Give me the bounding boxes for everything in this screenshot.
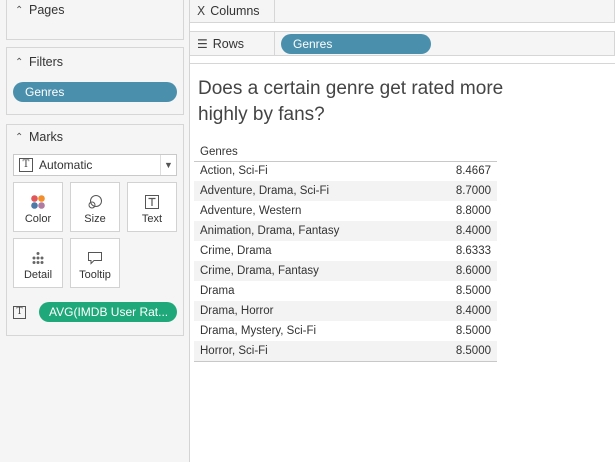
table-header-row: Genres: [194, 144, 497, 162]
rating-cell: 8.7000: [422, 181, 497, 201]
filters-card: ⌃ Filters Genres: [6, 47, 184, 115]
detail-label: Detail: [23, 269, 53, 281]
table-row[interactable]: Adventure, Drama, Sci-Fi 8.7000: [194, 181, 497, 201]
color-label: Color: [24, 213, 52, 225]
genre-cell: Action, Sci-Fi: [200, 165, 268, 178]
tooltip-button[interactable]: Tooltip: [70, 238, 120, 288]
marks-card: ⌃ Marks T Automatic ▼ Color Size Text De…: [6, 124, 184, 336]
genre-cell: Horror, Sci-Fi: [194, 341, 423, 362]
rating-cell: 8.5000: [455, 285, 491, 297]
measure-pill-avg-rating[interactable]: AVG(IMDB User Rat...: [39, 302, 177, 322]
rows-label: Rows: [212, 36, 245, 51]
columns-shelf-label: Ⅹ Columns: [190, 0, 275, 22]
filters-label: Filters: [29, 55, 64, 69]
mark-type-dropdown[interactable]: T Automatic ▼: [13, 154, 177, 176]
rating-cell: 8.6000: [422, 261, 497, 281]
tooltip-label: Tooltip: [79, 269, 111, 281]
table-row[interactable]: Crime, Drama 8.6333: [194, 241, 497, 261]
collapse-caret-icon[interactable]: ⌃: [15, 57, 29, 68]
left-panel: ⌃ Pages ⌃ Filters Genres ⌃ Marks T Autom…: [0, 0, 190, 462]
detail-dots-icon: [14, 247, 62, 269]
chevron-down-icon[interactable]: ▼: [160, 155, 176, 175]
detail-button[interactable]: Detail: [13, 238, 63, 288]
table-row[interactable]: Action, Sci-Fi 8.4667: [194, 161, 497, 181]
filters-header[interactable]: ⌃ Filters: [7, 51, 183, 73]
text-mark-icon: T: [19, 158, 33, 172]
pages-card: ⌃ Pages: [6, 0, 184, 40]
tooltip-bubble-icon: [71, 247, 119, 269]
rating-cell: 8.6333: [455, 245, 491, 257]
rows-pill-genres[interactable]: Genres: [281, 33, 431, 54]
rating-cell: 8.4000: [422, 221, 497, 241]
collapse-caret-icon[interactable]: ⌃: [15, 132, 29, 143]
rating-cell: 8.5000: [422, 341, 497, 362]
genre-cell: Crime, Drama: [200, 245, 272, 257]
rating-cell: 8.8000: [455, 205, 491, 217]
rows-icon: ☰: [197, 36, 208, 51]
filter-pill-genres[interactable]: Genres: [13, 82, 177, 102]
rating-cell: 8.4000: [422, 301, 497, 321]
collapse-caret-icon[interactable]: ⌃: [15, 5, 29, 16]
size-label: Size: [84, 213, 106, 225]
genre-cell: Adventure, Drama, Sci-Fi: [194, 181, 423, 201]
rating-cell: 8.4667: [455, 165, 491, 178]
genre-cell: Drama, Horror: [194, 301, 423, 321]
columns-label: Columns: [210, 3, 260, 18]
size-circles-icon: [71, 191, 119, 213]
text-label: Text: [141, 213, 163, 225]
rating-cell: 8.5000: [455, 325, 491, 337]
table-body: Action, Sci-Fi 8.4667 Adventure, Drama, Sc…: [194, 161, 497, 362]
color-dots-icon: [14, 191, 62, 213]
rows-shelf[interactable]: ☰ Rows Genres: [190, 31, 615, 56]
columns-icon: Ⅹ: [197, 3, 206, 18]
table-row[interactable]: Adventure, Western 8.8000: [194, 201, 497, 221]
text-t-icon: [128, 191, 176, 213]
text-field-row: T AVG(IMDB User Rat...: [13, 301, 177, 323]
viz-view: Does a certain genre get rated more high…: [190, 63, 615, 462]
size-button[interactable]: Size: [70, 182, 120, 232]
marks-header[interactable]: ⌃ Marks: [7, 126, 183, 148]
column-header-genres[interactable]: Genres: [194, 144, 423, 162]
genre-cell: Drama: [200, 285, 235, 297]
view-title: Does a certain genre get rated more high…: [198, 78, 504, 125]
genre-cell: Adventure, Western: [200, 205, 302, 217]
columns-shelf[interactable]: Ⅹ Columns: [190, 0, 615, 23]
table-row[interactable]: Animation, Drama, Fantasy 8.4000: [194, 221, 497, 241]
rows-shelf-label: ☰ Rows: [190, 32, 275, 55]
genre-cell: Drama, Mystery, Sci-Fi: [200, 325, 317, 337]
text-button[interactable]: Text: [127, 182, 177, 232]
marks-label: Marks: [29, 130, 64, 144]
genre-cell: Animation, Drama, Fantasy: [194, 221, 423, 241]
genre-cell: Crime, Drama, Fantasy: [194, 261, 423, 281]
pages-header[interactable]: ⌃ Pages: [7, 0, 183, 21]
table-row[interactable]: Drama, Mystery, Sci-Fi 8.5000: [194, 321, 497, 341]
table-row[interactable]: Drama, Horror 8.4000: [194, 301, 497, 321]
text-encoding-icon[interactable]: T: [13, 305, 26, 319]
table-row[interactable]: Horror, Sci-Fi 8.5000: [194, 341, 497, 362]
genre-rating-table: Genres Action, Sci-Fi 8.4667 Adventure, Dr…: [194, 144, 497, 362]
table-row[interactable]: Crime, Drama, Fantasy 8.6000: [194, 261, 497, 281]
table-row[interactable]: Drama 8.5000: [194, 281, 497, 301]
mark-type-label: Automatic: [39, 158, 93, 172]
column-header-value: [422, 144, 497, 162]
pages-label: Pages: [29, 3, 65, 17]
color-button[interactable]: Color: [13, 182, 63, 232]
